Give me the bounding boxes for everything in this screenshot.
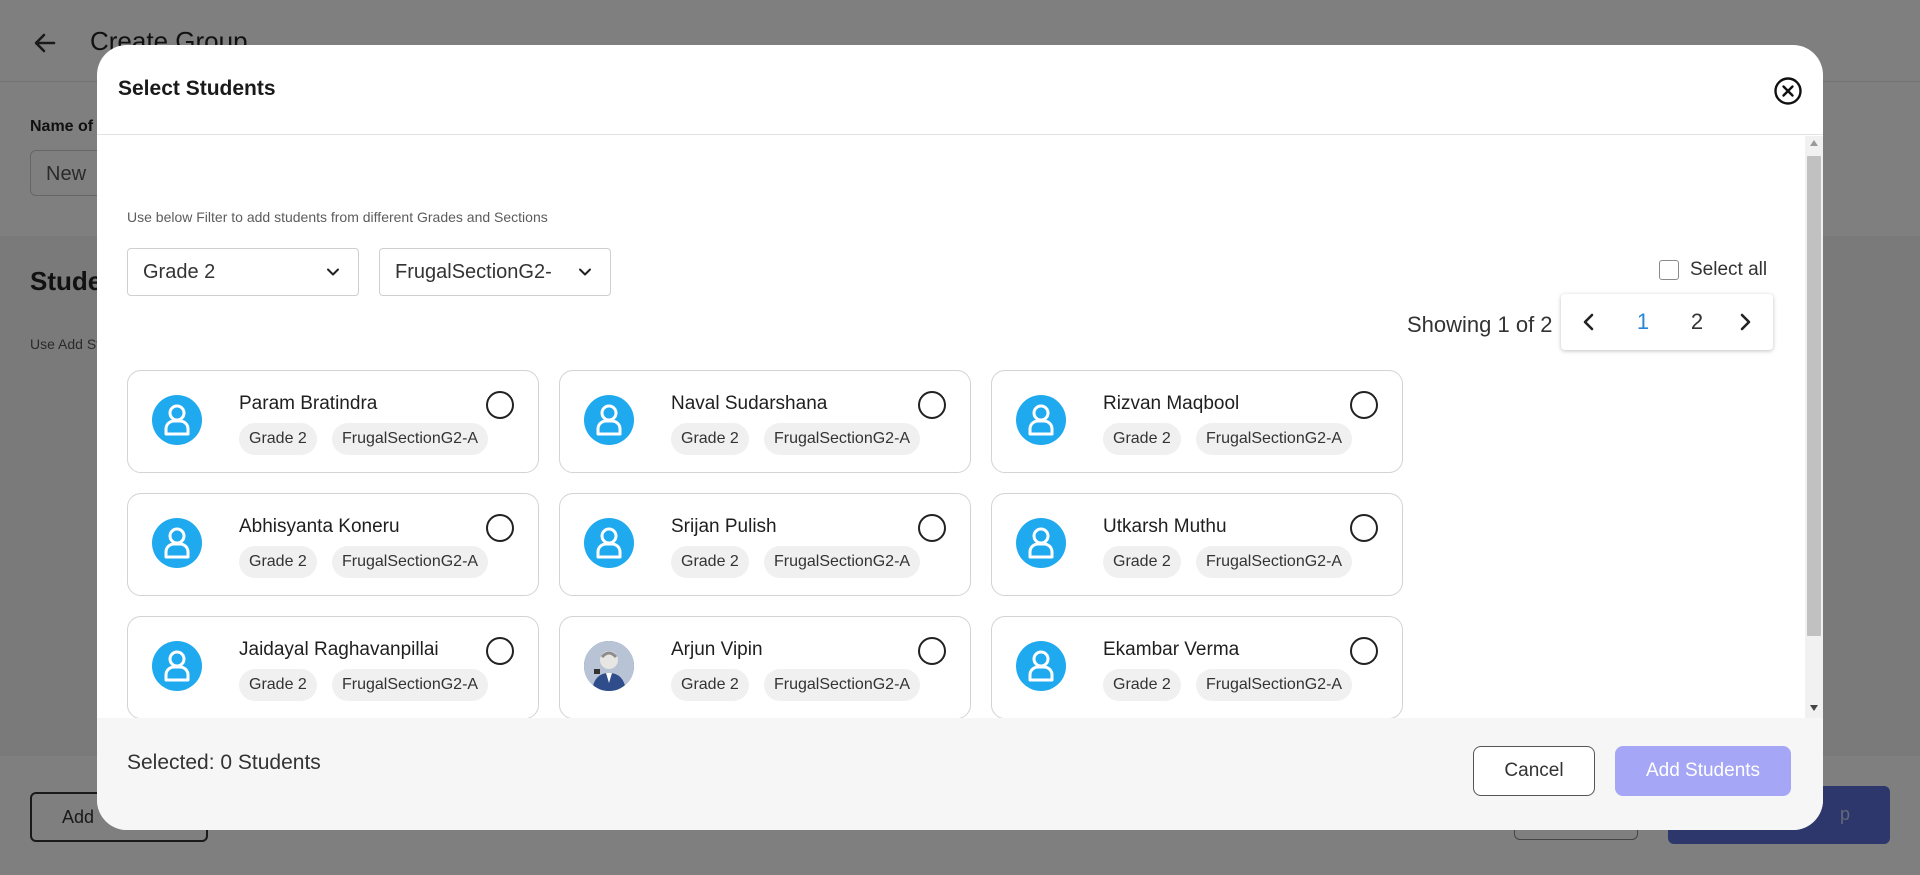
student-card[interactable]: Naval Sudarshana Grade 2 FrugalSectionG2…	[559, 370, 971, 473]
student-select-radio[interactable]	[918, 514, 946, 542]
student-card[interactable]: Abhisyanta Koneru Grade 2 FrugalSectionG…	[127, 493, 539, 596]
student-card[interactable]: Rizvan Maqbool Grade 2 FrugalSectionG2-A	[991, 370, 1403, 473]
section-filter-dropdown[interactable]: FrugalSectionG2-	[379, 248, 611, 296]
grade-chip: Grade 2	[671, 546, 749, 578]
section-chip: FrugalSectionG2-A	[1196, 423, 1353, 455]
scrollbar-thumb[interactable]	[1807, 156, 1821, 636]
chevron-left-icon	[1583, 313, 1594, 331]
next-page-button[interactable]	[1731, 294, 1759, 350]
grade-chip: Grade 2	[239, 546, 317, 578]
section-chip: FrugalSectionG2-A	[764, 423, 921, 455]
student-select-radio[interactable]	[486, 391, 514, 419]
default-user-icon	[1016, 518, 1066, 568]
grade-chip: Grade 2	[671, 669, 749, 701]
modal-header: Select Students	[97, 45, 1823, 135]
modal-footer: Selected: 0 Students Cancel Add Students	[97, 718, 1823, 830]
student-card[interactable]: Jaidayal Raghavanpillai Grade 2 FrugalSe…	[127, 616, 539, 718]
cancel-button[interactable]: Cancel	[1473, 746, 1595, 796]
section-chip: FrugalSectionG2-A	[332, 423, 489, 455]
prev-page-button[interactable]	[1575, 294, 1603, 350]
student-name: Param Bratindra	[239, 393, 378, 414]
student-select-radio[interactable]	[918, 391, 946, 419]
page-2-button[interactable]: 2	[1683, 294, 1711, 350]
section-chip: FrugalSectionG2-A	[1196, 669, 1353, 701]
student-card[interactable]: Utkarsh Muthu Grade 2 FrugalSectionG2-A	[991, 493, 1403, 596]
student-name: Arjun Vipin	[671, 639, 763, 660]
select-all-checkbox[interactable]	[1659, 260, 1679, 280]
select-students-modal: Select Students Use below Filter to add …	[97, 45, 1823, 830]
modal-title: Select Students	[118, 77, 276, 100]
scroll-up-arrow-icon[interactable]	[1810, 140, 1818, 146]
grade-chip: Grade 2	[1103, 423, 1181, 455]
student-photo-avatar	[584, 641, 634, 691]
chevron-down-icon	[579, 268, 591, 276]
chevron-down-icon	[327, 268, 339, 276]
section-filter-value: FrugalSectionG2-	[395, 261, 552, 283]
student-name: Naval Sudarshana	[671, 393, 828, 414]
scroll-down-arrow-icon[interactable]	[1810, 705, 1818, 711]
student-name: Rizvan Maqbool	[1103, 393, 1240, 414]
student-card[interactable]: Param Bratindra Grade 2 FrugalSectionG2-…	[127, 370, 539, 473]
modal-scrollbar[interactable]	[1805, 136, 1823, 718]
close-icon[interactable]	[1773, 76, 1803, 106]
grade-chip: Grade 2	[239, 669, 317, 701]
student-name: Srijan Pulish	[671, 516, 777, 537]
section-chip: FrugalSectionG2-A	[764, 546, 921, 578]
student-select-radio[interactable]	[1350, 514, 1378, 542]
grade-filter-dropdown[interactable]: Grade 2	[127, 248, 359, 296]
add-students-button[interactable]: Add Students	[1615, 746, 1791, 796]
default-user-icon	[584, 518, 634, 568]
grade-chip: Grade 2	[1103, 546, 1181, 578]
student-select-radio[interactable]	[486, 514, 514, 542]
default-user-icon	[1016, 395, 1066, 445]
selected-count: Selected: 0 Students	[127, 751, 321, 774]
page-1-button[interactable]: 1	[1629, 294, 1657, 350]
student-card[interactable]: Srijan Pulish Grade 2 FrugalSectionG2-A	[559, 493, 971, 596]
section-chip: FrugalSectionG2-A	[1196, 546, 1353, 578]
student-name: Ekambar Verma	[1103, 639, 1240, 660]
modal-body: Use below Filter to add students from di…	[97, 136, 1805, 718]
section-chip: FrugalSectionG2-A	[332, 669, 489, 701]
student-select-radio[interactable]	[1350, 391, 1378, 419]
select-all-label: Select all	[1690, 259, 1768, 280]
grade-chip: Grade 2	[239, 423, 317, 455]
chevron-right-icon	[1740, 313, 1751, 331]
grade-chip: Grade 2	[1103, 669, 1181, 701]
default-user-icon	[152, 518, 202, 568]
filter-hint: Use below Filter to add students from di…	[127, 209, 548, 225]
section-chip: FrugalSectionG2-A	[764, 669, 921, 701]
student-select-radio[interactable]	[486, 637, 514, 665]
student-name: Abhisyanta Koneru	[239, 516, 400, 537]
student-select-radio[interactable]	[918, 637, 946, 665]
default-user-icon	[1016, 641, 1066, 691]
showing-page-text: Showing 1 of 2	[1407, 312, 1553, 337]
student-card[interactable]: Ekambar Verma Grade 2 FrugalSectionG2-A	[991, 616, 1403, 718]
grade-filter-value: Grade 2	[143, 261, 216, 283]
default-user-icon	[152, 641, 202, 691]
student-select-radio[interactable]	[1350, 637, 1378, 665]
student-name: Jaidayal Raghavanpillai	[239, 639, 439, 660]
student-name: Utkarsh Muthu	[1103, 516, 1227, 537]
grade-chip: Grade 2	[671, 423, 749, 455]
default-user-icon	[584, 395, 634, 445]
default-user-icon	[152, 395, 202, 445]
section-chip: FrugalSectionG2-A	[332, 546, 489, 578]
student-card[interactable]: Arjun Vipin Grade 2 FrugalSectionG2-A	[559, 616, 971, 718]
pagination: 1 2	[1561, 294, 1773, 350]
